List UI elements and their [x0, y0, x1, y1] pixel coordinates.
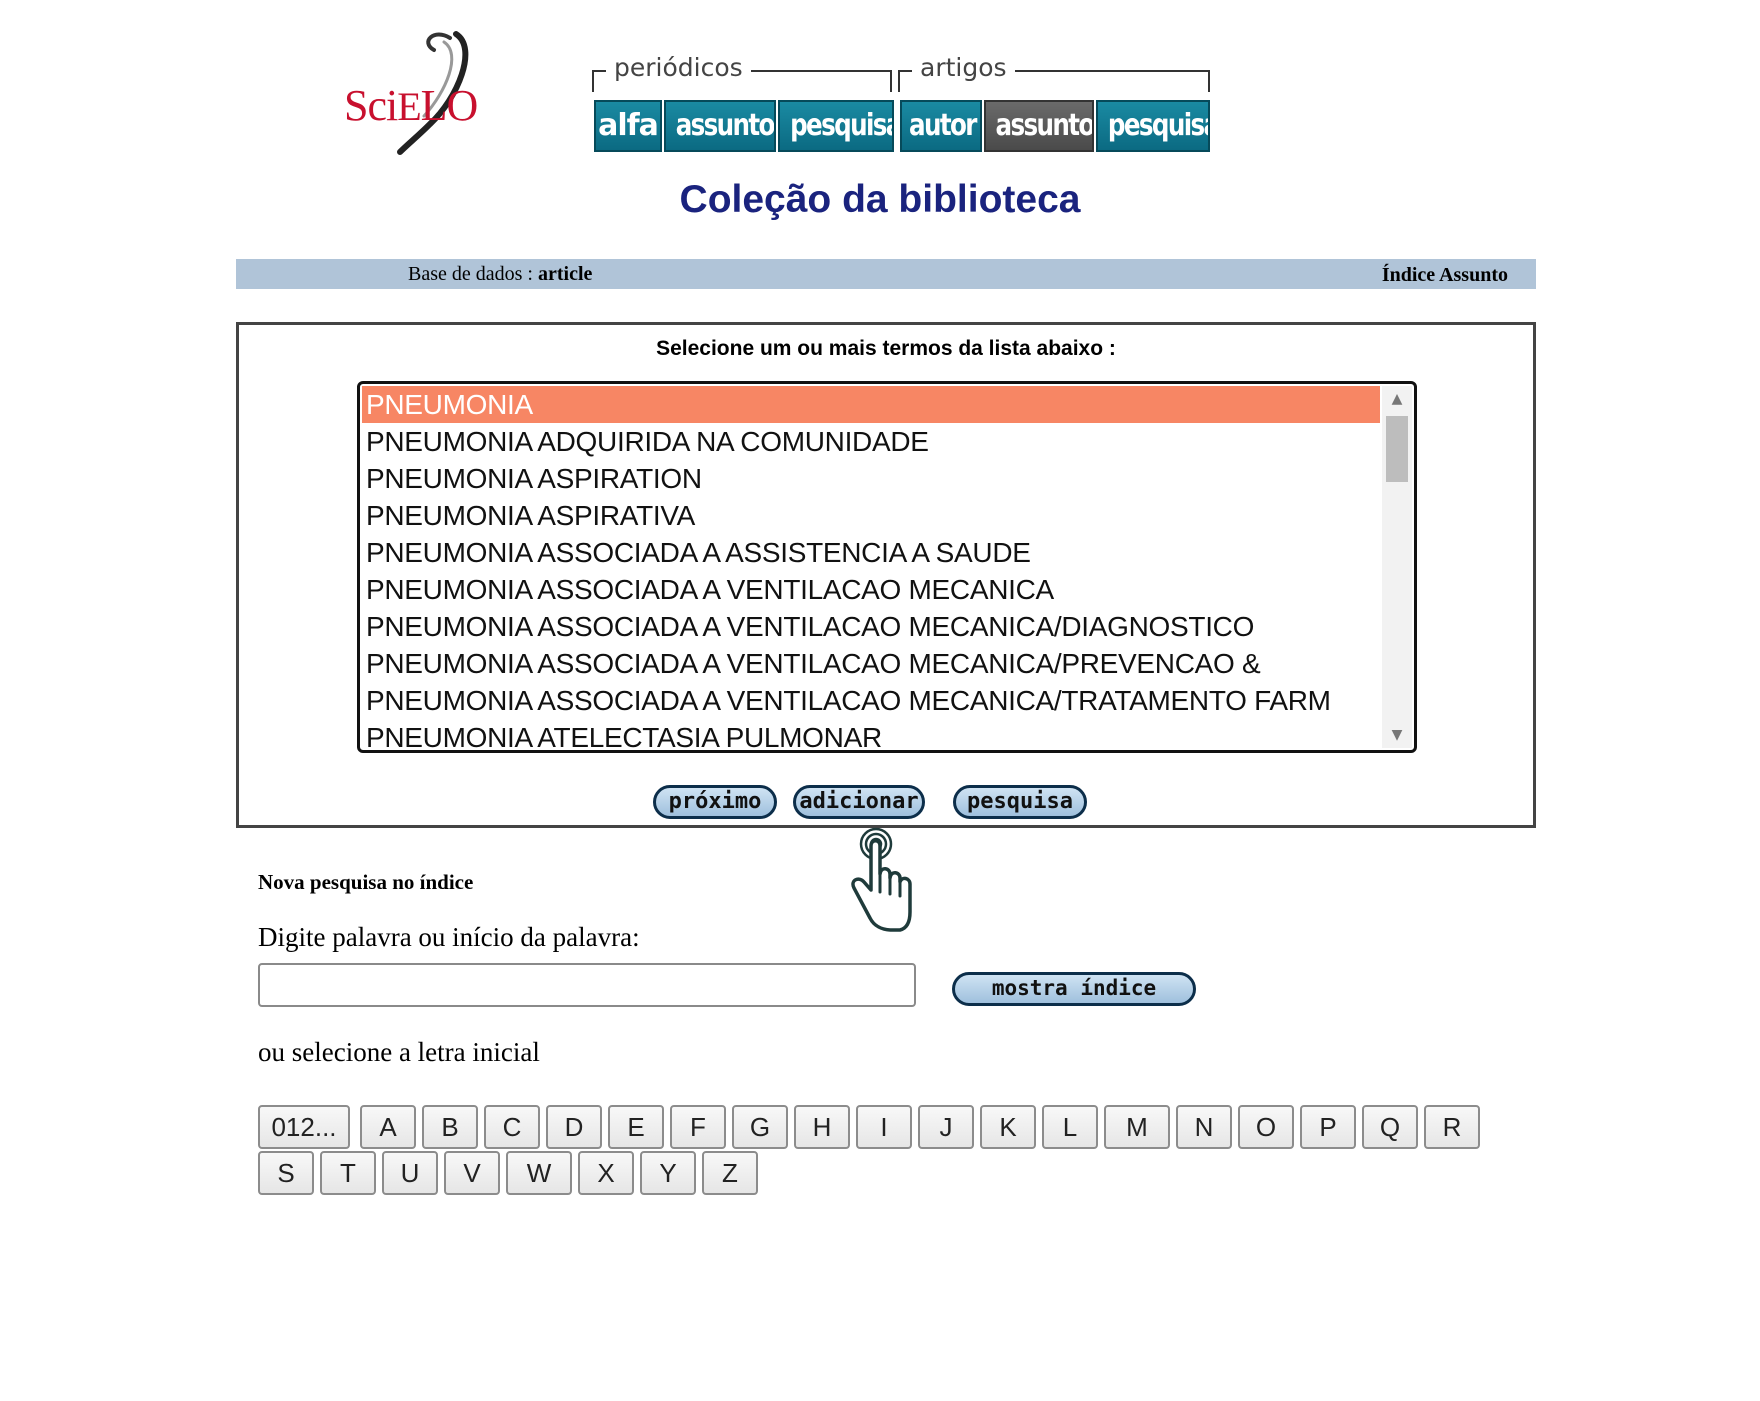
selection-actions: próximo adicionar pesquisa: [239, 785, 1533, 821]
search-button[interactable]: pesquisa: [953, 785, 1087, 819]
letter-button[interactable]: F: [670, 1105, 726, 1149]
term-option[interactable]: PNEUMONIA ASPIRATION: [362, 460, 1380, 497]
database-label: Base de dados :: [408, 263, 533, 285]
term-items: PNEUMONIA PNEUMONIA ADQUIRIDA NA COMUNIDA…: [362, 386, 1380, 750]
letter-button[interactable]: V: [444, 1151, 500, 1195]
letter-button[interactable]: J: [918, 1105, 974, 1149]
next-button[interactable]: próximo: [653, 785, 777, 819]
term-option[interactable]: PNEUMONIA ATELECTASIA PULMONAR: [362, 719, 1380, 750]
letter-button[interactable]: K: [980, 1105, 1036, 1149]
term-option[interactable]: PNEUMONIA ASSOCIADA A VENTILACAO MECANIC…: [362, 645, 1380, 682]
letter-button[interactable]: Y: [640, 1151, 696, 1195]
logo-wordmark: SciELO: [344, 81, 478, 130]
listbox-scrollbar[interactable]: ▲ ▼: [1382, 386, 1412, 748]
term-option[interactable]: PNEUMONIA ASSOCIADA A VENTILACAO MECANIC…: [362, 608, 1380, 645]
letter-button[interactable]: 012...: [258, 1105, 350, 1149]
nav-group-label: artigos: [912, 52, 1015, 84]
show-index-button[interactable]: mostra índice: [952, 972, 1196, 1006]
database-value: article: [537, 263, 593, 285]
letter-button[interactable]: O: [1238, 1105, 1294, 1149]
new-search-heading: Nova pesquisa no índice: [258, 870, 474, 894]
nav-group-label: periódicos: [606, 52, 751, 84]
letter-button[interactable]: Z: [702, 1151, 758, 1195]
scielo-logo[interactable]: SciELO: [338, 28, 488, 158]
nav-button-alfa[interactable]: alfa: [594, 100, 662, 152]
term-option[interactable]: PNEUMONIA: [362, 386, 1380, 423]
scroll-thumb[interactable]: [1386, 416, 1408, 482]
letter-row: STUVWXYZ: [258, 1151, 1558, 1195]
nav-group-periodicos: periódicos: [592, 52, 892, 96]
letter-button[interactable]: C: [484, 1105, 540, 1149]
letter-button[interactable]: D: [546, 1105, 602, 1149]
term-option[interactable]: PNEUMONIA ASSOCIADA A ASSISTENCIA A SAUD…: [362, 534, 1380, 571]
letter-button[interactable]: U: [382, 1151, 438, 1195]
term-option[interactable]: PNEUMONIA ASSOCIADA A VENTILACAO MECANIC…: [362, 571, 1380, 608]
letter-button[interactable]: L: [1042, 1105, 1098, 1149]
letter-button[interactable]: S: [258, 1151, 314, 1195]
nav-button-periodicos-assunto[interactable]: assunto: [664, 100, 776, 152]
letter-button[interactable]: Q: [1362, 1105, 1418, 1149]
letter-row: 012... A B C D E F G H I J K L M N O P Q R: [258, 1105, 1558, 1149]
letter-button[interactable]: W: [506, 1151, 572, 1195]
nav-button-autor[interactable]: autor: [900, 100, 982, 152]
letter-button[interactable]: G: [732, 1105, 788, 1149]
nav-button-periodicos-pesquisa[interactable]: pesquisa: [778, 100, 894, 152]
letter-button[interactable]: I: [856, 1105, 912, 1149]
term-option[interactable]: PNEUMONIA ASSOCIADA A VENTILACAO MECANIC…: [362, 682, 1380, 719]
letter-button[interactable]: E: [608, 1105, 664, 1149]
letter-button[interactable]: H: [794, 1105, 850, 1149]
scroll-up-icon[interactable]: ▲: [1382, 386, 1412, 412]
database-info: Base de dados : article: [408, 263, 592, 286]
word-search-input[interactable]: [258, 963, 916, 1007]
info-bar: Base de dados : article Índice Assunto: [236, 259, 1536, 289]
letter-button[interactable]: A: [360, 1105, 416, 1149]
hand-pointer-cursor-icon: [851, 827, 912, 932]
letter-button[interactable]: P: [1300, 1105, 1356, 1149]
term-option[interactable]: PNEUMONIA ADQUIRIDA NA COMUNIDADE: [362, 423, 1380, 460]
selection-caption: Selecione um ou mais termos da lista aba…: [656, 337, 1116, 360]
term-option[interactable]: PNEUMONIA ASPIRATIVA: [362, 497, 1380, 534]
letter-button[interactable]: M: [1104, 1105, 1170, 1149]
add-button[interactable]: adicionar: [793, 785, 925, 819]
letter-picker: 012... A B C D E F G H I J K L M N O P Q R S T U V W X Y Z: [258, 1105, 1558, 1197]
letter-button[interactable]: B: [422, 1105, 478, 1149]
page-title: Coleção da biblioteca: [679, 178, 1081, 221]
letter-button[interactable]: T: [320, 1151, 376, 1195]
nav-group-artigos: artigos: [898, 52, 1210, 96]
term-selection-panel: Selecione um ou mais termos da lista aba…: [236, 322, 1536, 828]
letter-button[interactable]: X: [578, 1151, 634, 1195]
nav-button-artigos-pesquisa[interactable]: pesquisa: [1096, 100, 1210, 152]
word-prompt-label: Digite palavra ou início da palavra:: [258, 922, 640, 952]
nav-button-artigos-assunto-active[interactable]: assunto: [984, 100, 1094, 152]
scroll-down-icon[interactable]: ▼: [1382, 722, 1412, 748]
letter-button[interactable]: N: [1176, 1105, 1232, 1149]
letter-prompt-label: ou selecione a letra inicial: [258, 1037, 540, 1067]
letter-button[interactable]: R: [1424, 1105, 1480, 1149]
term-listbox[interactable]: PNEUMONIA PNEUMONIA ADQUIRIDA NA COMUNIDA…: [357, 381, 1417, 753]
index-type-label: Índice Assunto: [1381, 264, 1508, 286]
